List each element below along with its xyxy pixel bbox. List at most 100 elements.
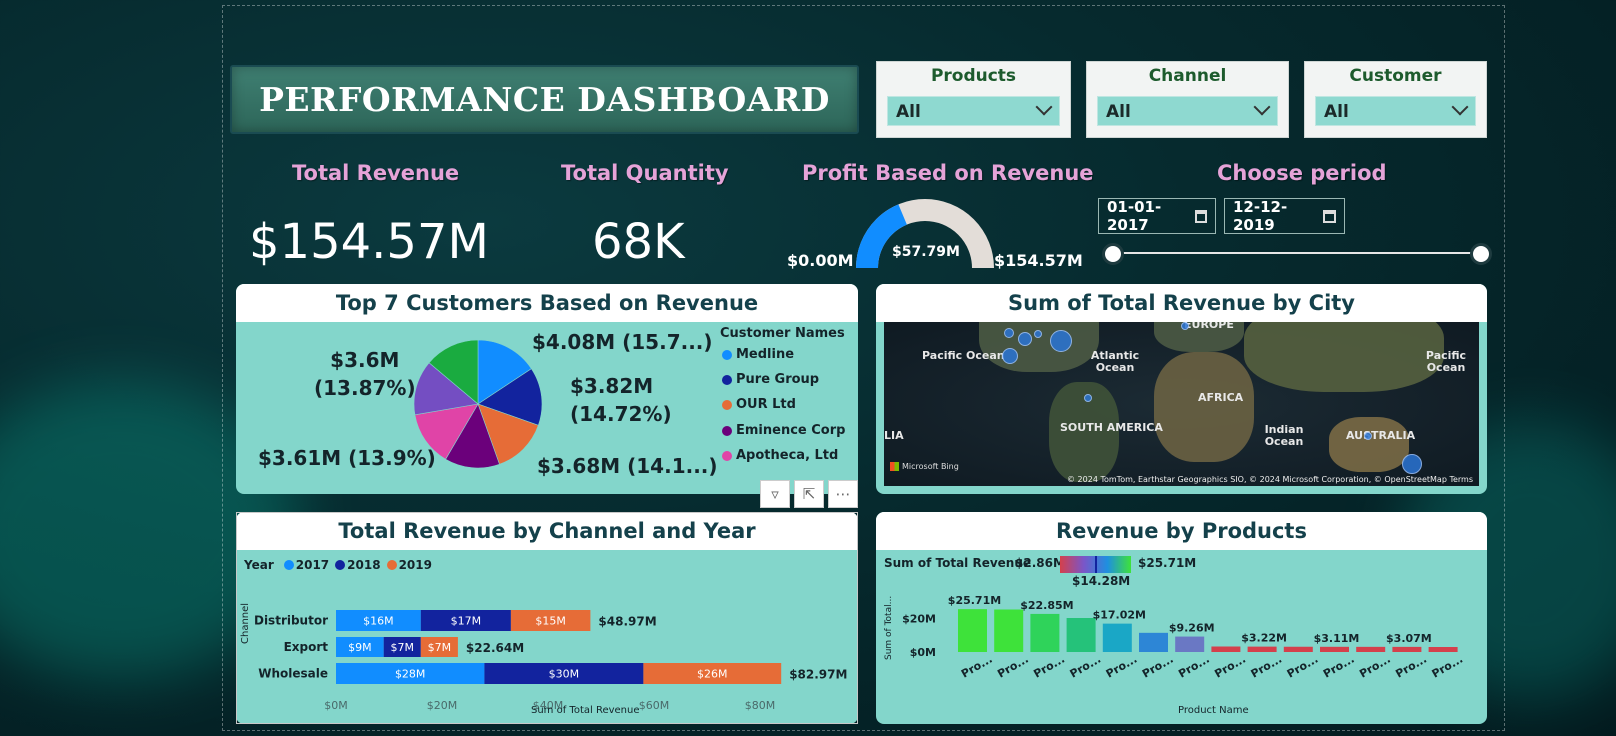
gauge-value: $57.79M bbox=[892, 244, 960, 260]
map-attribution[interactable]: © 2024 TomTom, Earthstar Geographics SIO… bbox=[1067, 475, 1473, 484]
product-bar-label: $3.11M bbox=[1314, 632, 1360, 645]
legend-label: Medline bbox=[736, 347, 795, 362]
period-slider-end-handle[interactable] bbox=[1470, 243, 1492, 265]
legend-item-apotheca[interactable]: Apotheca, Ltd bbox=[722, 448, 838, 463]
legend-dot bbox=[722, 374, 732, 385]
product-bar[interactable] bbox=[1247, 646, 1277, 652]
end-date-input[interactable]: 12-12-2019 bbox=[1224, 198, 1345, 234]
customer-slicer: Customer All bbox=[1304, 61, 1487, 138]
product-bar[interactable] bbox=[1139, 632, 1168, 652]
product-bar-label: $22.85M bbox=[1020, 599, 1073, 612]
pie-data-label-value: $3.6M bbox=[330, 348, 400, 372]
product-bar-label: $3.07M bbox=[1386, 632, 1432, 645]
product-category-label: Pro... bbox=[1357, 653, 1393, 681]
total-quantity-value: 68K bbox=[592, 214, 685, 270]
product-bar-label: $3.22M bbox=[1241, 632, 1287, 645]
selected-visual-outline bbox=[236, 512, 858, 724]
dashboard-title-text: PERFORMANCE DASHBOARD bbox=[259, 80, 830, 119]
product-category-label: Pro... bbox=[959, 653, 995, 681]
focus-mode-icon[interactable]: ⇱ bbox=[794, 480, 824, 508]
pie-data-label: $3.82M (14.72%) bbox=[570, 372, 672, 428]
city-bubble[interactable] bbox=[1402, 454, 1422, 474]
map-label: Pacific Ocean bbox=[1425, 349, 1467, 374]
city-bubble[interactable] bbox=[1034, 330, 1042, 338]
customer-dropdown-value: All bbox=[1324, 102, 1349, 122]
customer-dropdown[interactable]: All bbox=[1315, 96, 1476, 126]
legend-dot bbox=[722, 425, 732, 436]
revenue-by-products-card: Revenue by Products Sum of Total Revenue… bbox=[876, 512, 1487, 724]
land-asia bbox=[1244, 322, 1444, 392]
choose-period-label: Choose period bbox=[1217, 161, 1387, 185]
pie-data-label-pct: (14.72%) bbox=[570, 402, 672, 426]
city-bubble[interactable] bbox=[1050, 330, 1072, 352]
map-label: EUROPE bbox=[1184, 322, 1234, 331]
product-bar[interactable] bbox=[1211, 646, 1241, 653]
city-bubble[interactable] bbox=[1002, 348, 1018, 364]
product-category-label: Pro... bbox=[1393, 653, 1429, 681]
world-map[interactable]: EUROPE Pacific Ocean Atlantic Ocean AFRI… bbox=[884, 322, 1479, 486]
product-bar[interactable] bbox=[958, 609, 987, 652]
period-slider-track[interactable] bbox=[1113, 252, 1483, 254]
product-bar[interactable] bbox=[1030, 613, 1060, 652]
calendar-icon[interactable] bbox=[1194, 209, 1207, 223]
pie-legend-title: Customer Names bbox=[720, 326, 845, 341]
customer-slicer-label: Customer bbox=[1349, 66, 1442, 86]
profit-label: Profit Based on Revenue bbox=[802, 161, 1094, 185]
bing-logo: Microsoft Bing bbox=[890, 462, 959, 471]
end-date-value: 12-12-2019 bbox=[1233, 198, 1288, 234]
top-customers-title: Top 7 Customers Based on Revenue bbox=[236, 284, 858, 322]
city-bubble[interactable] bbox=[1004, 328, 1014, 338]
map-label: AFRICA bbox=[1198, 391, 1244, 404]
period-slider-start-handle[interactable] bbox=[1102, 243, 1124, 265]
products-slicer-label: Products bbox=[930, 66, 1017, 86]
legend-label: OUR Ltd bbox=[736, 397, 796, 412]
legend-label: Apotheca, Ltd bbox=[736, 448, 839, 463]
city-bubble[interactable] bbox=[1084, 394, 1092, 402]
city-bubble[interactable] bbox=[1018, 332, 1032, 346]
products-dropdown-value: All bbox=[896, 102, 921, 122]
chevron-down-icon bbox=[1451, 98, 1469, 116]
product-bar[interactable] bbox=[1356, 646, 1386, 652]
products-bar-chart: $0M$20M$25.71MPro... Pro...$22.85MPro... P… bbox=[902, 594, 1466, 681]
color-scale-min: $2.86M bbox=[1015, 556, 1065, 570]
legend-item-pure-group[interactable]: Pure Group bbox=[722, 372, 819, 387]
map-label: Pacific Ocean bbox=[922, 349, 1005, 362]
calendar-icon[interactable] bbox=[1323, 209, 1336, 223]
product-bar[interactable] bbox=[1428, 647, 1458, 652]
total-revenue-label: Total Revenue bbox=[292, 161, 460, 185]
color-scale-label: Sum of Total Revenue bbox=[884, 556, 1032, 570]
more-options-icon[interactable]: ⋯ bbox=[828, 480, 858, 508]
total-revenue-value: $154.57M bbox=[249, 214, 489, 270]
chevron-down-icon bbox=[1035, 98, 1053, 116]
legend-item-eminence-corp[interactable]: Eminence Corp bbox=[722, 423, 845, 438]
revenue-by-city-title: Sum of Total Revenue by City bbox=[876, 284, 1487, 322]
product-bar[interactable] bbox=[1392, 646, 1422, 652]
start-date-input[interactable]: 01-01-2017 bbox=[1098, 198, 1216, 234]
product-bar[interactable] bbox=[1283, 646, 1313, 652]
y-tick-label: $20M bbox=[902, 613, 936, 626]
product-category-label: Pro... bbox=[1031, 653, 1067, 681]
bing-logo-text: Microsoft Bing bbox=[902, 462, 959, 471]
land-australia bbox=[1329, 417, 1409, 472]
legend-dot bbox=[722, 349, 732, 360]
legend-item-medline[interactable]: Medline bbox=[722, 347, 794, 362]
product-category-label: Pro... bbox=[1430, 653, 1466, 681]
product-bar[interactable] bbox=[1102, 623, 1132, 652]
legend-item-our-ltd[interactable]: OUR Ltd bbox=[722, 397, 796, 412]
legend-label: Pure Group bbox=[736, 372, 820, 387]
legend-dot bbox=[722, 450, 732, 461]
legend-dot bbox=[722, 399, 732, 410]
city-bubble[interactable] bbox=[1364, 432, 1372, 440]
product-bar[interactable] bbox=[1066, 618, 1096, 652]
pie-data-label-value: $3.82M bbox=[570, 374, 654, 398]
product-bar[interactable] bbox=[1175, 636, 1205, 652]
product-category-label: Pro... bbox=[1176, 653, 1212, 681]
product-bar[interactable] bbox=[1320, 646, 1349, 652]
city-bubble[interactable] bbox=[1181, 322, 1189, 330]
filter-icon[interactable]: ▿ bbox=[760, 480, 790, 508]
channel-dropdown[interactable]: All bbox=[1097, 96, 1278, 126]
chevron-down-icon bbox=[1253, 98, 1271, 116]
product-bar[interactable] bbox=[994, 609, 1024, 653]
products-dropdown[interactable]: All bbox=[887, 96, 1060, 126]
map-label: SOUTH AMERICA bbox=[1060, 421, 1163, 434]
